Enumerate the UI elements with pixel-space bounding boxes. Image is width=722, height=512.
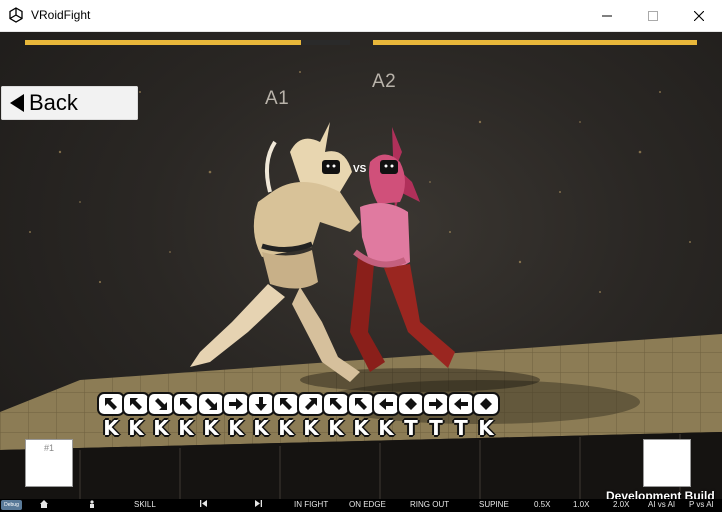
minimize-icon [602, 15, 612, 16]
command-key: K [253, 416, 269, 440]
command-arrow-up-left-icon [274, 394, 298, 414]
command-key: K [378, 416, 394, 440]
game-viewport[interactable]: Back A1 A2 VS K K K K K K K K K K K K T … [0, 32, 722, 512]
speed-0-5x-button[interactable]: 0.5X [534, 500, 550, 509]
ring-out-button[interactable]: RING OUT [410, 500, 449, 509]
next-button[interactable] [255, 500, 262, 509]
command-key: K [203, 416, 219, 440]
debug-log-button[interactable]: Debug [1, 500, 22, 510]
status-bar: Debug SKILL IN FIGHT ON EDGE RING OUT SU… [0, 499, 722, 512]
command-key: K [278, 416, 294, 440]
speed-2-0x-button[interactable]: 2.0X [613, 500, 629, 509]
command-arrow-up-left-icon [99, 394, 123, 414]
home-button[interactable] [40, 500, 48, 510]
supine-button[interactable]: SUPINE [479, 500, 509, 509]
window-title: VRoidFight [31, 8, 91, 22]
command-key-row: KKKKKKKKKKKKTTTK [99, 416, 502, 440]
command-key: K [153, 416, 169, 440]
fighter-left [190, 122, 360, 382]
ai-vs-ai-button[interactable]: AI vs AI [648, 500, 675, 509]
p-vs-ai-button[interactable]: P vs AI [689, 500, 714, 509]
vs-label: VS [353, 164, 367, 175]
command-key: K [478, 416, 494, 440]
command-arrow-right-icon [424, 394, 448, 414]
fighter-slot-left[interactable]: #1 [25, 439, 73, 487]
maximize-button[interactable] [630, 0, 676, 31]
next-icon [255, 500, 262, 507]
command-arrow-down-right-icon [149, 394, 173, 414]
unity-icon [9, 7, 23, 23]
command-arrow-row [99, 394, 502, 414]
command-key: T [404, 416, 418, 440]
in-fight-button[interactable]: IN FIGHT [294, 500, 328, 509]
command-key: K [328, 416, 344, 440]
fighters-scene: VS [190, 122, 540, 392]
home-icon [40, 500, 48, 508]
command-key: K [103, 416, 119, 440]
command-arrow-up-left-icon [174, 394, 198, 414]
on-edge-button[interactable]: ON EDGE [349, 500, 386, 509]
command-arrow-up-left-icon [124, 394, 148, 414]
close-button[interactable] [676, 0, 722, 31]
command-arrow-left-icon [374, 394, 398, 414]
prev-button[interactable] [200, 500, 207, 509]
command-arrow-left-icon [449, 394, 473, 414]
prev-icon [200, 500, 207, 507]
command-arrow-down-right-icon [199, 394, 223, 414]
fighter-slot-right[interactable] [643, 439, 691, 487]
command-arrow-right-icon [224, 394, 248, 414]
speed-1-0x-button[interactable]: 1.0X [573, 500, 589, 509]
command-key: K [353, 416, 369, 440]
command-arrow-up-left-icon [349, 394, 373, 414]
command-arrow-diamond-icon [399, 394, 423, 414]
command-key: K [228, 416, 244, 440]
person-button[interactable] [89, 500, 95, 510]
command-arrow-down-icon [249, 394, 273, 414]
close-icon [694, 10, 704, 21]
command-arrow-up-left-icon [324, 394, 348, 414]
maximize-icon [648, 10, 658, 21]
command-key: T [429, 416, 443, 440]
command-arrow-diamond-icon [474, 394, 498, 414]
window-titlebar: VRoidFight [0, 0, 722, 32]
minimize-button[interactable] [584, 0, 630, 31]
command-key: T [454, 416, 468, 440]
command-arrow-up-right-icon [299, 394, 323, 414]
command-key: K [128, 416, 144, 440]
skill-button[interactable]: SKILL [134, 500, 156, 509]
command-key: K [178, 416, 194, 440]
person-icon [90, 500, 94, 508]
command-key: K [303, 416, 319, 440]
slot-left-label: #1 [43, 443, 54, 453]
